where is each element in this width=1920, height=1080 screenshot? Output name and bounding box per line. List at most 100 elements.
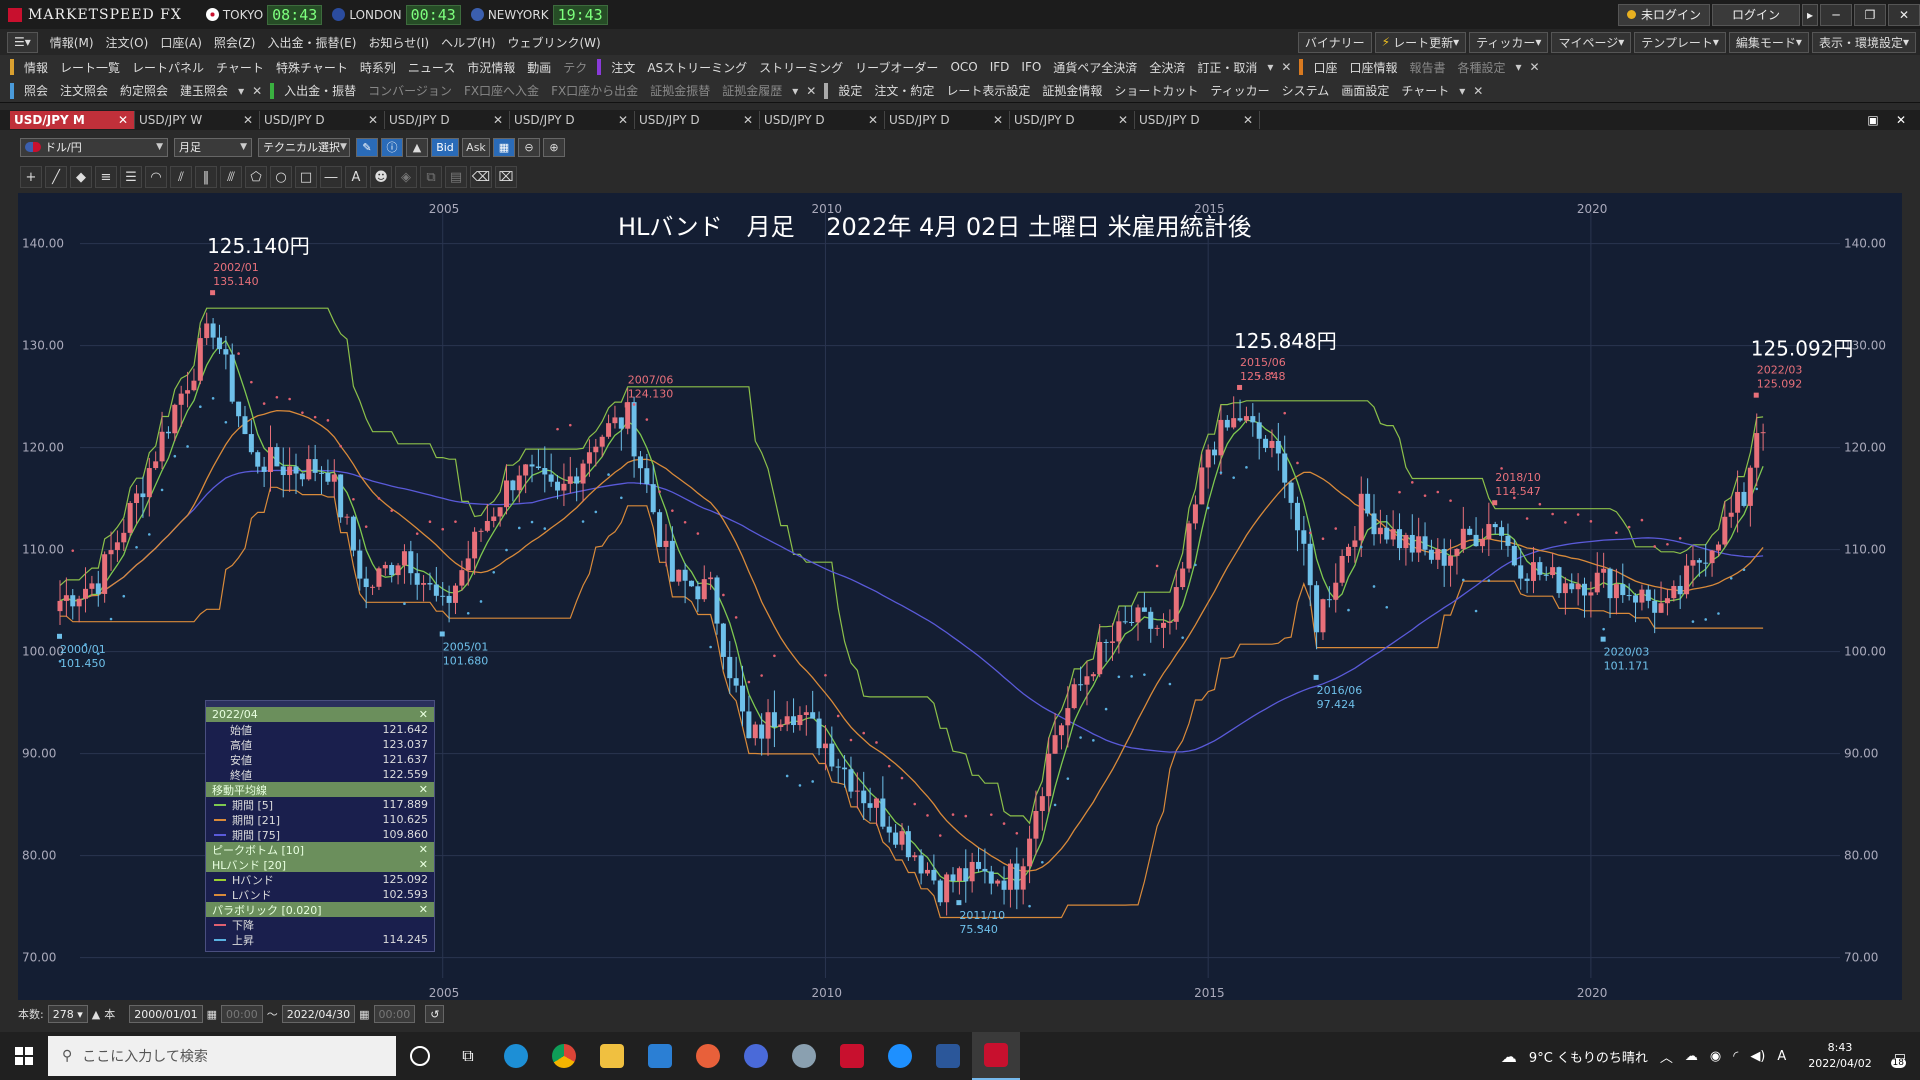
calendar-icon[interactable]: ▦ xyxy=(359,1008,369,1021)
word-icon[interactable] xyxy=(924,1032,972,1080)
chart-tab[interactable]: USD/JPY D ✕ xyxy=(1135,111,1260,129)
rate-list-button[interactable]: レート一覧 xyxy=(54,59,126,76)
indicator-legend-panel[interactable]: 2022/04 ✕ 始値 121.642 高値 123.037 安値 121.637 終… xyxy=(205,700,435,952)
arc-icon[interactable]: ◠ xyxy=(145,166,167,188)
circle-icon[interactable]: ○ xyxy=(270,166,292,188)
tray-chevron-icon[interactable]: ︿ xyxy=(1660,1047,1673,1066)
cortana-icon[interactable] xyxy=(396,1032,444,1080)
paste-icon[interactable]: ▤ xyxy=(445,166,467,188)
menu-deposit[interactable]: 入出金・振替(E) xyxy=(261,34,362,51)
chart-tab[interactable]: USD/JPY W ✕ xyxy=(135,111,260,129)
ime-indicator[interactable]: A xyxy=(1777,1049,1786,1064)
chart-type-icon[interactable]: ▦ xyxy=(493,137,515,157)
rate-panel-button[interactable]: レートパネル xyxy=(126,59,210,76)
dropdown-arrow-icon[interactable]: ▾ xyxy=(788,84,802,98)
chart-tab[interactable]: USD/JPY D ✕ xyxy=(510,111,635,129)
report-button[interactable]: 報告書 xyxy=(1403,59,1451,76)
dropdown-arrow-icon[interactable]: ▾ xyxy=(234,84,248,98)
reset-range-icon[interactable]: ↺ xyxy=(425,1005,445,1023)
bid-button[interactable]: Bid xyxy=(431,137,459,157)
chart-tab[interactable]: USD/JPY D ✕ xyxy=(885,111,1010,129)
hamburger-menu-icon[interactable]: ☰▾ xyxy=(7,31,38,53)
pen-icon[interactable]: ✎ xyxy=(356,137,378,157)
dropdown-arrow-icon[interactable]: ▾ xyxy=(1263,60,1277,74)
dropdown-arrow-icon[interactable]: ▾ xyxy=(1512,60,1526,74)
mail-icon[interactable] xyxy=(636,1032,684,1080)
delete-one-icon[interactable]: ⌫ xyxy=(470,166,492,188)
currency-pair-select[interactable]: ドル/円 ▼ xyxy=(20,137,168,157)
pair-settle-all-button[interactable]: 通貨ペア全決済 xyxy=(1047,59,1143,76)
margin-history-button[interactable]: 証拠金履歴 xyxy=(716,82,788,99)
withdraw-fx-button[interactable]: FX口座から出金 xyxy=(545,82,644,99)
fibonacci-icon[interactable]: ☰ xyxy=(120,166,142,188)
close-group-icon[interactable]: ✕ xyxy=(802,84,820,98)
ticker-button[interactable]: ティッカー ▾ xyxy=(1469,31,1549,53)
rate-display-settings-button[interactable]: レート表示設定 xyxy=(940,82,1036,99)
channel-icon[interactable]: ⫻ xyxy=(220,166,242,188)
period-select[interactable]: 月足 ▼ xyxy=(174,137,252,157)
leave-order-button[interactable]: リーブオーダー xyxy=(849,59,944,76)
system-clock[interactable]: 8:43 2022/04/02 xyxy=(1802,1040,1877,1072)
menu-help[interactable]: ヘルプ(H) xyxy=(435,34,501,51)
eraser-icon[interactable]: ◆ xyxy=(70,166,92,188)
close-tab-icon[interactable]: ✕ xyxy=(1118,113,1128,127)
account-group-label[interactable]: 口座 xyxy=(1307,59,1343,76)
edit-mode-button[interactable]: 編集モード ▾ xyxy=(1728,31,1809,53)
minimize-button[interactable]: ─ xyxy=(1820,3,1852,26)
app-globe-icon[interactable] xyxy=(780,1032,828,1080)
weather-text[interactable]: 9°C くもりのち晴れ xyxy=(1529,1047,1648,1066)
close-tab-icon[interactable]: ✕ xyxy=(118,113,128,127)
fan-icon[interactable]: ⫽ xyxy=(170,166,192,188)
to-date-input[interactable]: 2022/04/30 xyxy=(281,1005,356,1023)
volume-icon[interactable]: ◀) xyxy=(1750,1049,1765,1064)
from-time-input[interactable]: 00:00 xyxy=(221,1005,263,1023)
windows-start-icon[interactable] xyxy=(0,1032,48,1080)
text-icon[interactable]: A xyxy=(345,166,367,188)
video-button[interactable]: 動画 xyxy=(521,59,557,76)
close-group-icon[interactable]: ✕ xyxy=(1469,84,1487,98)
marketspeed-icon[interactable] xyxy=(828,1032,876,1080)
close-icon[interactable]: ✕ xyxy=(419,843,428,856)
settings-group-label[interactable]: 設定 xyxy=(832,82,868,99)
chart-button[interactable]: チャート xyxy=(210,59,270,76)
close-icon[interactable]: ✕ xyxy=(419,783,428,796)
inquiry-group-label[interactable]: 照会 xyxy=(18,82,54,99)
menu-arrow-button[interactable]: ▸ xyxy=(1802,3,1818,26)
margin-transfer-button[interactable]: 証拠金振替 xyxy=(644,82,716,99)
shortcut-button[interactable]: ショートカット xyxy=(1108,82,1204,99)
execution-inquiry-button[interactable]: 約定照会 xyxy=(114,82,174,99)
login-status[interactable]: 未ログイン xyxy=(1617,3,1710,26)
close-panel-icon[interactable]: ✕ xyxy=(1890,112,1912,128)
close-tab-icon[interactable]: ✕ xyxy=(618,113,628,127)
market-info-button[interactable]: 市況情報 xyxy=(461,59,521,76)
chart-settings-button[interactable]: チャート xyxy=(1395,82,1455,99)
mypage-button[interactable]: マイページ ▾ xyxy=(1551,31,1632,53)
area-chart-icon[interactable]: ▲ xyxy=(406,137,428,157)
rate-update-button[interactable]: ⚡ レート更新 ▾ xyxy=(1374,31,1467,53)
menu-weblink[interactable]: ウェブリンク(W) xyxy=(502,34,607,51)
copy-icon[interactable]: ⧉ xyxy=(420,166,442,188)
file-explorer-icon[interactable] xyxy=(588,1032,636,1080)
menu-info[interactable]: 情報(M) xyxy=(44,34,100,51)
info-group-label[interactable]: 情報 xyxy=(18,59,54,76)
hline-icon[interactable]: ― xyxy=(320,166,342,188)
network-icon[interactable]: ◉ xyxy=(1710,1049,1721,1064)
menu-order[interactable]: 注文(O) xyxy=(100,34,155,51)
streaming-button[interactable]: ストリーミング xyxy=(753,59,849,76)
restore-button[interactable]: ❐ xyxy=(1854,3,1886,26)
menu-account[interactable]: 口座(A) xyxy=(154,34,208,51)
marketspeed-fx-icon[interactable] xyxy=(972,1032,1020,1080)
time-series-button[interactable]: 時系列 xyxy=(354,59,402,76)
bar-count-input[interactable]: 278 ▾ xyxy=(47,1005,88,1023)
close-icon[interactable]: ✕ xyxy=(419,858,428,871)
chart-tab[interactable]: USD/JPY M ✕ xyxy=(10,111,135,129)
from-date-input[interactable]: 2000/01/01 xyxy=(129,1005,203,1023)
delete-all-icon[interactable]: ⌧ xyxy=(495,166,517,188)
zoom-out-icon[interactable]: ⊖ xyxy=(518,137,540,157)
close-tab-icon[interactable]: ✕ xyxy=(368,113,378,127)
position-inquiry-button[interactable]: 建玉照会 xyxy=(174,82,234,99)
task-view-icon[interactable]: ⧉ xyxy=(444,1032,492,1080)
info-icon[interactable]: ⓘ xyxy=(381,137,403,157)
ifo-button[interactable]: IFO xyxy=(1015,60,1047,74)
app-orange-icon[interactable] xyxy=(684,1032,732,1080)
